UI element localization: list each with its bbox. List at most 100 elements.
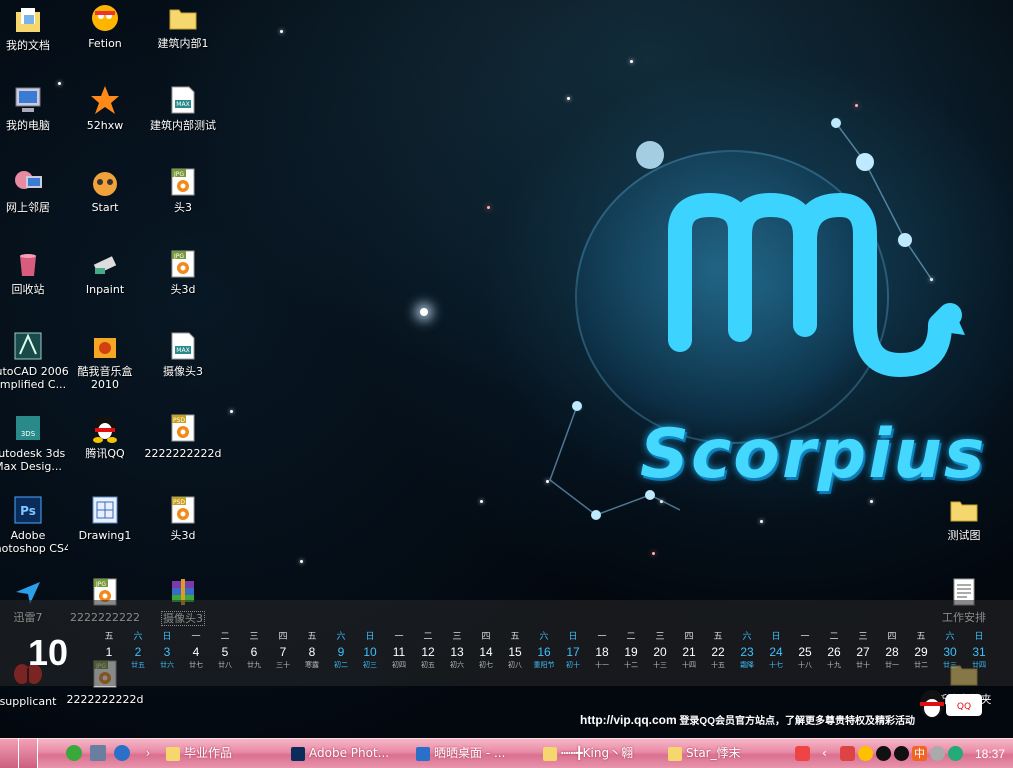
desktop-icon-column3-2[interactable]: JPG 头3 <box>143 166 223 214</box>
clock[interactable]: 18:37 <box>975 747 1005 761</box>
calendar-day[interactable]: 日 24 十七 <box>762 630 790 670</box>
calendar-day[interactable]: 四 28 廿一 <box>878 630 906 670</box>
desktop-icon-right_icons-0[interactable]: 测试图 <box>924 494 1004 542</box>
sogou-s-icon[interactable] <box>795 746 810 761</box>
desktop-icon-column1-1[interactable]: 我的电脑 <box>0 84 68 132</box>
taskbar-item[interactable]: 毕业作品 <box>166 742 284 765</box>
taskbar-item[interactable]: 晒晒桌面 - ... <box>416 742 534 765</box>
calendar-day[interactable]: 六 2 廿五 <box>124 630 152 670</box>
butterfly-tray-icon[interactable] <box>840 746 855 761</box>
security-shield-icon[interactable] <box>948 746 963 761</box>
calendar-day[interactable]: 一 18 十一 <box>588 630 616 670</box>
calendar-day[interactable]: 日 3 廿六 <box>153 630 181 670</box>
desktop-icon-column1-3[interactable]: 回收站 <box>0 248 68 296</box>
desktop-icon-column2-1[interactable]: 52hxw <box>65 84 145 132</box>
desktop-icon-column3-3[interactable]: JPG 头3d <box>143 248 223 296</box>
calendar-day[interactable]: 六 9 初二 <box>327 630 355 670</box>
desktop-icon-column2-4[interactable]: 酷我音乐盒 2010 <box>65 330 145 391</box>
calendar-weekday: 三 <box>858 632 868 642</box>
calendar-day[interactable]: 五 8 寒露 <box>298 630 326 670</box>
desktop-icon-column1-2[interactable]: 网上邻居 <box>0 166 68 214</box>
desktop-icon-label: 酷我音乐盒 2010 <box>77 365 133 391</box>
quicklaunch-refresh-icon[interactable] <box>66 745 82 761</box>
desktop-icon-column2-3[interactable]: Inpaint <box>65 248 145 296</box>
calendar-day[interactable]: 三 13 初六 <box>443 630 471 670</box>
calendar-day[interactable]: 二 12 初五 <box>414 630 442 670</box>
qq-tray-icon-2[interactable] <box>894 746 909 761</box>
desktop-icon-column3-6[interactable]: PSD 头3d <box>143 494 223 542</box>
calendar-day[interactable]: 一 25 十八 <box>791 630 819 670</box>
calendar-day[interactable]: 四 14 初七 <box>472 630 500 670</box>
calendar-day-number: 10 <box>363 645 377 659</box>
quicklaunch-sogou-icon[interactable] <box>114 745 130 761</box>
calendar-day[interactable]: 日 17 初十 <box>559 630 587 670</box>
calendar-day[interactable]: 三 6 廿九 <box>240 630 268 670</box>
calendar-day-number: 18 <box>595 645 609 659</box>
desktop-icon-column1-5[interactable]: 3DS Autodesk 3ds Max Desig... <box>0 412 68 473</box>
calendar-day[interactable]: 六 30 廿三 <box>936 630 964 670</box>
calendar-day[interactable]: 日 10 初三 <box>356 630 384 670</box>
desktop-icon-column1-4[interactable]: AutoCAD 2006 Simplified C... <box>0 330 68 391</box>
taskbar-item[interactable]: Star_悸末 <box>668 742 786 765</box>
tray-expand-icon[interactable]: ‹ <box>822 746 830 761</box>
qq-tray-icon[interactable] <box>876 746 891 761</box>
taskbar-item[interactable]: ┅┅╋King丶翱 <box>543 742 661 765</box>
calendar-day[interactable]: 二 19 十二 <box>617 630 645 670</box>
calendar-day[interactable]: 四 21 十四 <box>675 630 703 670</box>
calendar-day[interactable]: 五 22 十五 <box>704 630 732 670</box>
calendar-day[interactable]: 三 20 十三 <box>646 630 674 670</box>
calendar-lunar-date: 初八 <box>508 661 522 669</box>
qq-banner-url[interactable]: http://vip.qq.com <box>580 713 677 727</box>
calendar-weekday: 日 <box>365 632 375 642</box>
show-desktop-button[interactable] <box>19 739 38 768</box>
calendar-day[interactable]: 六 23 霜降 <box>733 630 761 670</box>
calendar-day[interactable]: 一 4 廿七 <box>182 630 210 670</box>
desktop-icon-column1-6[interactable]: Ps Adobe Photoshop CS4 <box>0 494 68 555</box>
ime-settings-icon[interactable] <box>930 746 945 761</box>
browser-icon <box>416 746 430 761</box>
desktop-icon-label: 头3 <box>174 201 192 214</box>
calendar-day[interactable]: 六 16 重阳节 <box>530 630 558 670</box>
calendar-lunar-date: 重阳节 <box>533 661 555 669</box>
desktop-icon-column3-5[interactable]: PSD 2222222222d <box>143 412 223 460</box>
calendar-day-number: 29 <box>914 645 928 659</box>
calendar-weekday: 六 <box>336 632 346 642</box>
fetion-tray-icon[interactable] <box>858 746 873 761</box>
start-button[interactable] <box>0 739 19 768</box>
calendar-day[interactable]: 日 31 廿四 <box>965 630 993 670</box>
desktop-icon-column3-1[interactable]: MAX 建筑内部测试 <box>143 84 223 132</box>
desktop-icon-column2-6[interactable]: Drawing1 <box>65 494 145 542</box>
ime-indicator[interactable]: 中 <box>912 746 927 761</box>
calendar-lunar-date: 廿二 <box>914 661 928 669</box>
desktop[interactable]: Scorpius 我的文档我的电脑网上邻居回收站 AutoCAD 2006 Sim… <box>0 0 1013 738</box>
psd-file-icon: PSD <box>167 412 199 444</box>
desktop-icon-column3-4[interactable]: MAX 摄像头3 <box>143 330 223 378</box>
52hxw-icon <box>89 84 121 116</box>
desktop-icon-column2-2[interactable]: Start <box>65 166 145 214</box>
calendar-lunar-date: 十二 <box>624 661 638 669</box>
calendar-day[interactable]: 三 27 廿十 <box>849 630 877 670</box>
calendar-day[interactable]: 五 29 廿二 <box>907 630 935 670</box>
calendar-day[interactable]: 一 11 初四 <box>385 630 413 670</box>
desktop-icon-label: Autodesk 3ds Max Desig... <box>0 447 66 473</box>
calendar-lunar-date: 寒露 <box>305 661 319 669</box>
desktop-icon-label: 2222222222d <box>66 693 144 706</box>
calendar-day[interactable]: 四 7 三十 <box>269 630 297 670</box>
qq-banner[interactable]: http://vip.qq.com 登录QQ会员官方站点，了解更多尊贵特权及精彩… <box>580 712 915 727</box>
svg-text:3DS: 3DS <box>21 430 36 438</box>
desktop-icon-column1-0[interactable]: 我的文档 <box>0 4 68 52</box>
desktop-icon-column2-5[interactable]: 腾讯QQ <box>65 412 145 460</box>
taskbar-item[interactable]: Adobe Phot... <box>291 742 409 765</box>
taskbar-item-label: 毕业作品 <box>184 746 233 760</box>
quicklaunch-monitor-icon[interactable] <box>90 745 106 761</box>
quicklaunch-more-icon[interactable]: › <box>140 742 156 765</box>
desktop-icon-column2-0[interactable]: Fetion <box>65 2 145 50</box>
calendar-day[interactable]: 二 26 十九 <box>820 630 848 670</box>
desktop-icon-label: 头3d <box>170 529 196 542</box>
calendar-day[interactable]: 二 5 廿八 <box>211 630 239 670</box>
calendar-day[interactable]: 五1 <box>95 630 123 670</box>
calendar-lunar-date: 廿五 <box>131 661 145 669</box>
desktop-icon-column3-0[interactable]: 建筑内部1 <box>143 2 223 50</box>
calendar-day[interactable]: 五 15 初八 <box>501 630 529 670</box>
network-icon <box>12 166 44 198</box>
